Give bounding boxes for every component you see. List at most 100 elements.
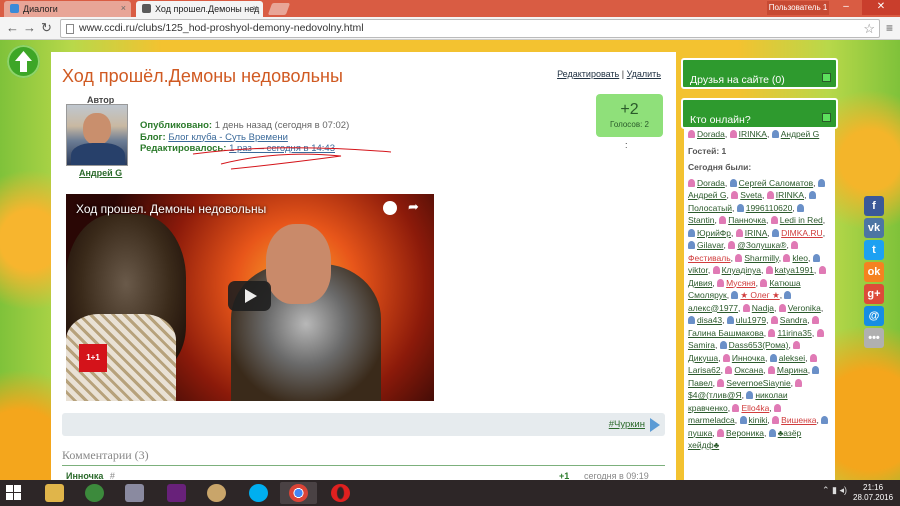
odnoklassniki-icon[interactable]: ok xyxy=(864,262,884,282)
taskbar-chrome[interactable] xyxy=(280,482,317,504)
tab-dialogs[interactable]: Диалоги × xyxy=(4,1,131,17)
close-tab-icon[interactable]: × xyxy=(253,3,258,13)
user-link[interactable]: IRINA xyxy=(745,228,768,238)
user-link[interactable]: Larisa62 xyxy=(688,365,721,375)
close-tab-icon[interactable]: × xyxy=(121,3,126,13)
user-link[interactable]: Полосатый xyxy=(688,203,732,213)
user-link[interactable]: katya1991 xyxy=(775,265,814,275)
user-link[interactable]: Dorada xyxy=(697,178,725,188)
user-link[interactable]: пушка xyxy=(688,428,712,438)
user-link[interactable]: Gilavar xyxy=(697,240,723,250)
author-name-link[interactable]: Андрей G xyxy=(79,168,122,178)
user-link[interactable]: SevernoeSiaynie xyxy=(726,378,790,388)
user-link[interactable]: @Золушка® xyxy=(737,240,786,250)
reload-icon[interactable]: ↻ xyxy=(41,21,52,35)
mail-icon[interactable]: @ xyxy=(864,306,884,326)
user-link[interactable]: Dorada xyxy=(697,129,725,139)
google-plus-icon[interactable]: g+ xyxy=(864,284,884,304)
user-link[interactable]: 1996110620 xyxy=(746,203,793,213)
user-link[interactable]: Дикуша xyxy=(688,353,718,363)
tab-current-page[interactable]: Ход прошел.Демоны нед × xyxy=(136,1,263,17)
taskbar-explorer[interactable] xyxy=(36,482,73,504)
watch-later-icon[interactable] xyxy=(383,201,397,215)
start-button[interactable] xyxy=(6,485,22,500)
user-link[interactable]: Андрей G xyxy=(781,129,820,139)
user-link[interactable]: Вишенка xyxy=(781,415,816,425)
user-link[interactable]: disa43 xyxy=(697,315,722,325)
user-link[interactable]: Андрей G xyxy=(688,190,727,200)
user-link[interactable]: viktor xyxy=(688,265,708,275)
user-link[interactable]: Марина xyxy=(777,365,808,375)
user-link[interactable]: Дивия xyxy=(688,278,712,288)
profile-badge[interactable]: Пользователь 1 xyxy=(767,1,829,15)
user-link[interactable]: алекс@1977 xyxy=(688,303,738,313)
tag-link[interactable]: #Чуркин xyxy=(609,419,645,430)
vk-icon[interactable]: vk xyxy=(864,218,884,238)
user-link[interactable]: aleksei xyxy=(779,353,805,363)
user-link[interactable]: Sveta xyxy=(740,190,762,200)
close-window-icon[interactable]: ✕ xyxy=(862,0,900,15)
user-link[interactable]: Инночка xyxy=(732,353,765,363)
user-link[interactable]: Галина Башмакова xyxy=(688,328,764,338)
rating-box[interactable]: +2 Голосов: 2 xyxy=(596,94,663,137)
user-link[interactable]: marmeladca xyxy=(688,415,735,425)
edit-link[interactable]: Редактировать xyxy=(557,69,619,79)
scroll-up-button[interactable] xyxy=(7,45,40,78)
user-link[interactable]: kleo xyxy=(792,253,808,263)
user-link[interactable]: Панночка xyxy=(728,215,766,225)
video-player[interactable]: 1+1 Ход прошел. Демоны недовольны ➦ xyxy=(66,194,434,401)
taskbar-app[interactable] xyxy=(116,482,153,504)
bookmark-star-icon[interactable]: ☆ xyxy=(863,20,875,37)
user-link[interactable]: Вероника xyxy=(726,428,764,438)
user-link[interactable]: ★ Олег ★ xyxy=(740,290,779,300)
who-online-header[interactable]: Кто онлайн? xyxy=(681,98,838,129)
user-link[interactable]: Ledi in Red xyxy=(780,215,823,225)
twitter-icon[interactable]: t xyxy=(864,240,884,260)
blog-link[interactable]: Блог клуба - Суть Времени xyxy=(168,132,288,143)
user-link[interactable]: ulu1979 xyxy=(736,315,766,325)
address-bar[interactable]: www.ccdi.ru/clubs/125_hod-proshyol-demon… xyxy=(60,19,880,38)
taskbar-paint[interactable] xyxy=(198,482,235,504)
new-tab-button[interactable] xyxy=(267,3,291,15)
back-icon[interactable]: ← xyxy=(6,21,19,35)
taskbar-opera[interactable] xyxy=(322,482,359,504)
share-icon[interactable]: ➦ xyxy=(408,199,419,215)
user-link[interactable]: Мусяня xyxy=(726,278,755,288)
system-clock[interactable]: 21:16 28.07.2016 xyxy=(853,483,893,503)
friends-online-header[interactable]: Друзья на сайте (0) xyxy=(681,58,838,89)
user-link[interactable]: Samira xyxy=(688,340,715,350)
toggle-square-icon[interactable] xyxy=(822,113,831,122)
user-link[interactable]: Фестиваль xyxy=(688,253,731,263)
taskbar-skype[interactable] xyxy=(240,482,277,504)
user-link[interactable]: Sharmilly xyxy=(744,253,778,263)
user-link[interactable]: IRINKA xyxy=(776,190,804,200)
play-button[interactable] xyxy=(228,281,271,311)
user-link[interactable]: ЮрийФр xyxy=(697,228,731,238)
delete-link[interactable]: Удалить xyxy=(627,69,661,79)
user-link[interactable]: Sandra xyxy=(780,315,807,325)
user-link[interactable]: Ello4ka xyxy=(741,403,769,413)
video-title[interactable]: Ход прошел. Демоны недовольны xyxy=(76,202,266,216)
user-link[interactable]: Nadja xyxy=(752,303,774,313)
author-avatar[interactable] xyxy=(66,104,128,166)
user-link[interactable]: Сергей Саломатов xyxy=(739,178,814,188)
user-link[interactable]: Оксана xyxy=(734,365,763,375)
user-link[interactable]: Клуадinya xyxy=(722,265,761,275)
more-icon[interactable]: ••• xyxy=(864,328,884,348)
user-link[interactable]: Павел xyxy=(688,378,713,388)
arrow-right-icon[interactable] xyxy=(650,418,660,432)
taskbar-visual-studio[interactable] xyxy=(158,482,195,504)
user-link[interactable]: Stantin xyxy=(688,215,714,225)
user-link[interactable]: DIMKA.RU xyxy=(781,228,823,238)
forward-icon[interactable]: → xyxy=(23,21,36,35)
user-link[interactable]: 11irina35 xyxy=(777,328,811,338)
user-link[interactable]: Veronika xyxy=(788,303,821,313)
user-link[interactable]: $4@(тлив@Я xyxy=(688,390,742,400)
browser-menu-icon[interactable]: ≡ xyxy=(886,21,896,35)
tray-icons[interactable]: ⌃ ▮ ◂) xyxy=(822,485,847,496)
user-link[interactable]: kiniki xyxy=(749,415,768,425)
facebook-icon[interactable]: f xyxy=(864,196,884,216)
user-link[interactable]: IRINKA xyxy=(739,129,767,139)
toggle-square-icon[interactable] xyxy=(822,73,831,82)
taskbar-media[interactable] xyxy=(76,482,113,504)
